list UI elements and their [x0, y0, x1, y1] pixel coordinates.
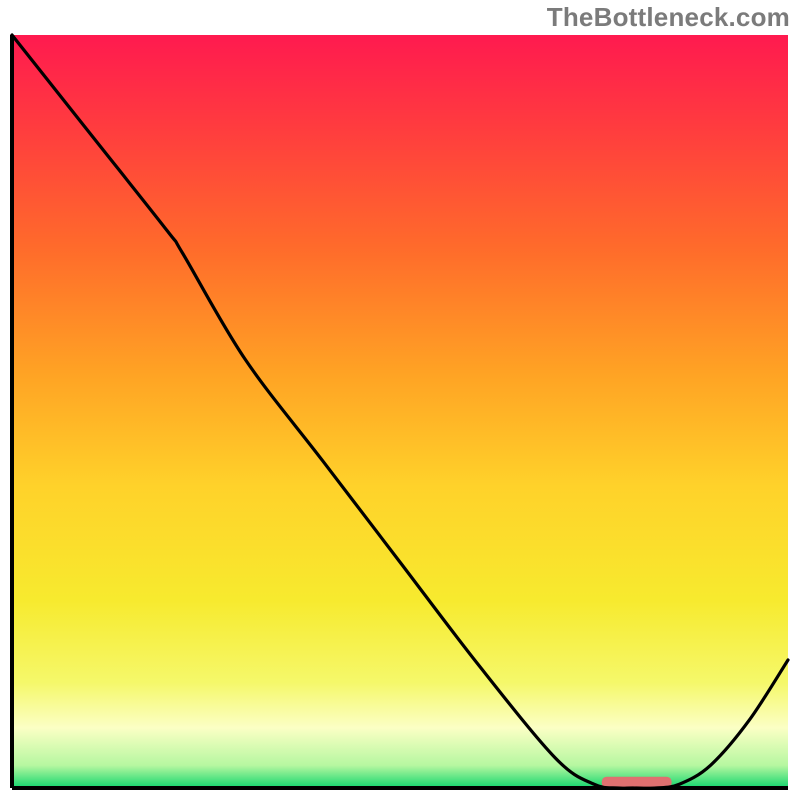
bottleneck-chart: [0, 0, 800, 800]
chart-frame: TheBottleneck.com: [0, 0, 800, 800]
chart-background: [12, 35, 788, 788]
